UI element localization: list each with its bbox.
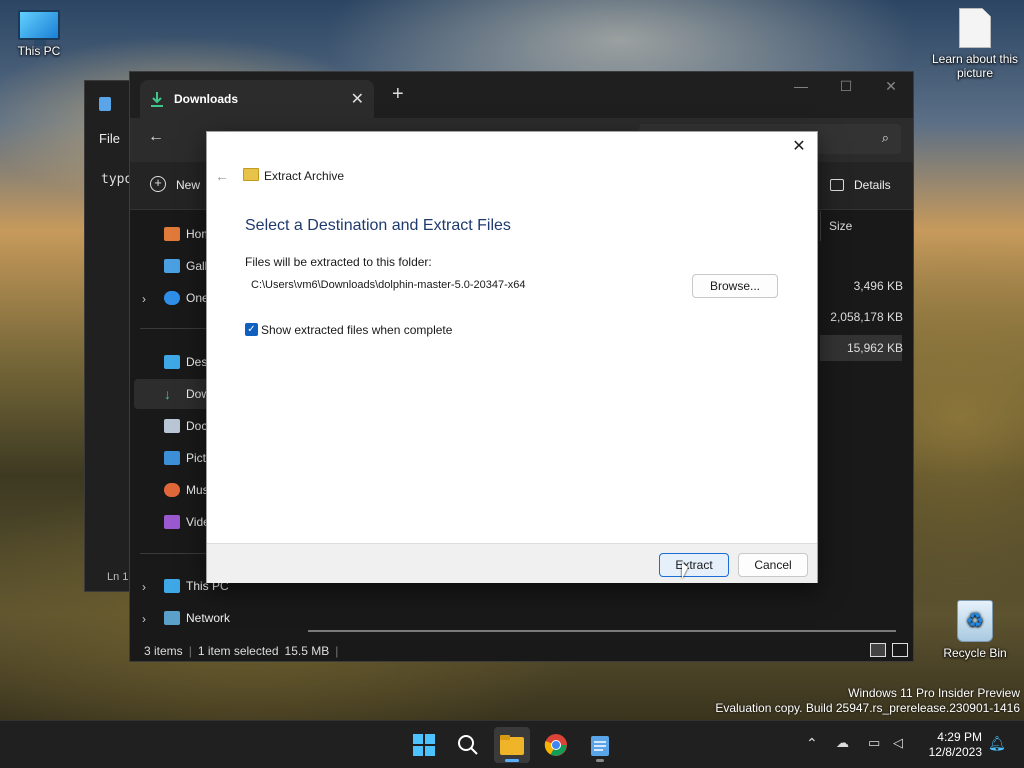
desktop-icon-label: This PC [17,44,61,58]
gallery-icon [164,259,180,273]
maximize-icon[interactable]: ☐ [823,78,869,95]
taskbar-file-explorer[interactable] [494,727,530,763]
search-icon [458,735,478,755]
details-pane-icon [830,179,844,191]
desktop-icon-this-pc[interactable]: This PC [0,10,84,58]
dialog-title: Extract Archive [264,169,345,183]
new-icon: + [150,176,166,192]
close-window-icon[interactable]: ✕ [868,78,914,95]
extract-archive-dialog[interactable]: ✕ ← Extract Archive Select a Destination… [206,131,818,583]
notepad-text[interactable]: typo [101,172,132,187]
file-size: 2,058,178 KB [830,310,903,324]
pictures-icon [164,451,180,465]
watermark-line: Windows 11 Pro Insider Preview [848,686,1020,700]
tab-downloads[interactable]: Downloads ✕ [140,80,374,118]
notepad-icon [99,97,111,111]
download-icon: ↓ [164,386,171,402]
search-icon: ⌕ [881,130,889,145]
file-explorer-icon [500,735,524,755]
music-icon [164,483,180,497]
column-header-size[interactable]: Size [820,211,900,241]
notepad-status: Ln 1, [107,571,132,583]
taskbar-search-button[interactable] [450,727,486,763]
close-tab-icon[interactable]: ✕ [351,89,364,109]
notification-bell-icon[interactable]: 🔔︎ [988,735,1006,752]
destination-label: Files will be extracted to this folder: [245,255,432,269]
new-tab-icon[interactable]: + [392,83,404,106]
status-size: 15.5 MB [284,644,330,658]
taskbar-chrome[interactable] [538,727,574,763]
close-icon[interactable]: ✕ [789,136,809,156]
videos-icon [164,515,180,529]
notepad-menu-file[interactable]: File [99,131,120,146]
clock-time: 4:29 PM [937,730,982,744]
status-item-count: 3 items [144,644,183,658]
computer-icon [18,10,60,46]
desktop-icon-label: Recycle Bin [943,646,1007,660]
show-files-checkbox[interactable]: ✓ [245,323,258,336]
desktop-icon-recycle-bin[interactable]: ♻ Recycle Bin [930,600,1020,660]
tab-title: Downloads [174,92,239,106]
sidebar-item-network[interactable]: Network [134,603,284,633]
mouse-cursor-icon [682,563,688,579]
volume-muted-icon[interactable]: ◁ [893,735,903,751]
details-view-icon[interactable] [870,643,886,657]
network-icon[interactable]: ▭ [868,735,880,751]
clock[interactable]: 4:29 PM 12/8/2023 [918,730,982,760]
dialog-heading: Select a Destination and Extract Files [245,217,511,234]
download-icon [151,92,163,107]
notepad-icon [591,736,609,756]
cloud-offline-icon[interactable]: ☁ [836,735,849,751]
active-indicator [505,759,519,762]
network-icon [164,611,180,625]
destination-path[interactable]: C:\Users\vm6\Downloads\dolphin-master-5.… [251,279,526,291]
details-button[interactable]: Details [854,178,891,192]
home-icon [164,227,180,241]
desktop-icon [164,355,180,369]
dialog-footer: Extract Cancel [207,543,817,583]
status-selected: 1 item selected [197,644,279,658]
clock-date: 12/8/2023 [928,745,982,759]
document-icon [959,8,991,48]
new-button[interactable]: New [176,178,200,192]
back-arrow-icon[interactable]: ← [148,128,164,146]
evaluation-watermark: Windows 11 Pro Insider Preview Evaluatio… [715,686,1020,716]
running-indicator [596,759,604,762]
zip-folder-icon [243,168,259,181]
recycle-bin-icon: ♻ [957,600,993,642]
file-list: Size 3,496 KB 2,058,178 KB 15,962 KB [820,211,915,641]
cloud-icon [164,291,180,305]
extract-button[interactable]: Extract [659,553,729,577]
minimize-icon[interactable]: — [778,78,824,94]
back-arrow-icon[interactable]: ← [215,168,229,184]
chevron-up-icon[interactable]: ⌃ [806,735,818,752]
desktop-icon-learn-about-picture[interactable]: Learn about this picture [930,8,1020,80]
tab-bar: Downloads ✕ + — ☐ ✕ [130,72,913,118]
taskbar: ⌃ ☁ ▭ ◁ 4:29 PM 12/8/2023 🔔︎ [0,720,1024,768]
status-bar: 3 items | 1 item selected 15.5 MB | [130,640,913,662]
sidebar-item-label: Network [186,611,231,625]
cancel-button[interactable]: Cancel [738,553,808,577]
chrome-icon [544,734,567,756]
start-icon [413,734,435,756]
file-size: 15,962 KB [846,341,903,355]
documents-icon [164,419,180,433]
taskbar-notepad[interactable] [582,727,618,763]
tiles-view-icon[interactable] [892,643,908,657]
watermark-line: Evaluation copy. Build 25947.rs_prerelea… [715,701,1020,715]
start-button[interactable] [406,727,442,763]
show-files-label[interactable]: Show extracted files when complete [261,323,452,337]
browse-button[interactable]: Browse... [692,274,778,298]
computer-icon [164,579,180,593]
horizontal-scrollbar[interactable] [308,630,896,632]
file-size: 3,496 KB [853,279,903,293]
desktop-icon-label: Learn about this picture [931,52,1019,80]
